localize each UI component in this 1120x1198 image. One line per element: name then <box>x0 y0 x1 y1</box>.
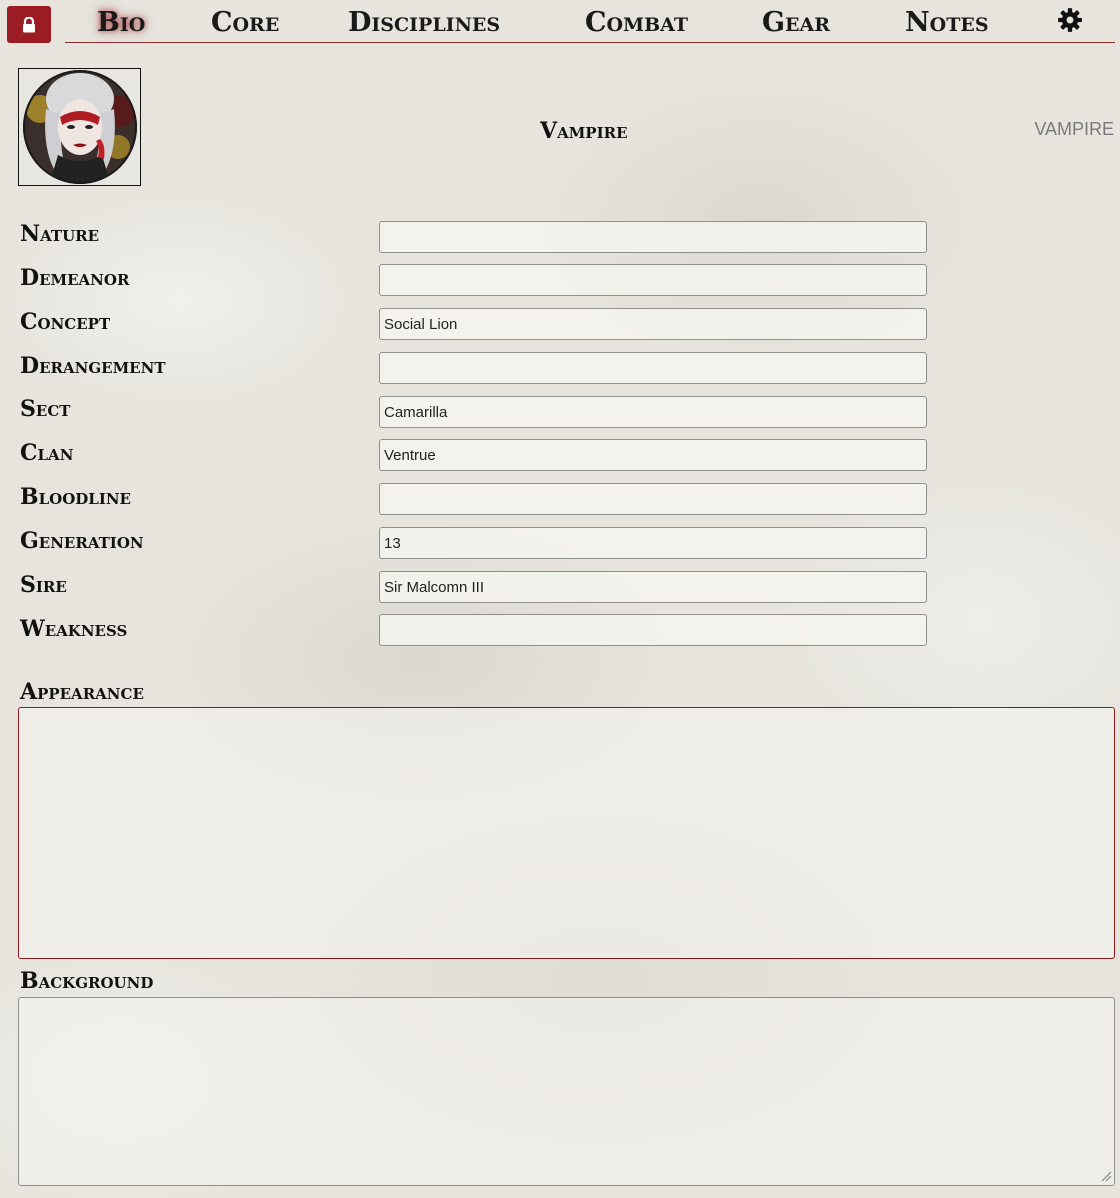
concept-input[interactable] <box>379 308 927 340</box>
field-label-clan: Clan <box>20 440 74 466</box>
demeanor-input[interactable] <box>379 264 927 296</box>
sire-input[interactable] <box>379 571 927 603</box>
gear-icon[interactable] <box>1057 7 1083 33</box>
field-label-demeanor: Demeanor <box>20 265 130 291</box>
sheet-type-label: VAMPIRE <box>1034 119 1114 139</box>
field-label-concept: Concept <box>20 309 111 335</box>
tab-bar: Bio Core Disciplines Combat Gear Notes <box>65 0 1115 43</box>
background-textarea[interactable] <box>18 997 1115 1186</box>
field-label-nature: Nature <box>20 221 100 247</box>
tab-notes[interactable]: Notes <box>905 8 989 38</box>
avatar-portrait <box>22 70 137 184</box>
tab-core[interactable]: Core <box>211 8 279 38</box>
weakness-input[interactable] <box>379 614 927 646</box>
appearance-textarea[interactable] <box>18 707 1115 959</box>
field-label-bloodline: Bloodline <box>20 484 131 510</box>
sheet-type-title: Vampire <box>540 118 628 144</box>
appearance-label: Appearance <box>20 679 144 705</box>
derangement-input[interactable] <box>379 352 927 384</box>
tab-combat[interactable]: Combat <box>585 8 688 38</box>
tab-bio[interactable]: Bio <box>97 8 145 38</box>
lock-button[interactable] <box>7 6 51 43</box>
nature-input[interactable] <box>379 221 927 253</box>
resize-grip-icon[interactable] <box>1100 1170 1112 1182</box>
field-label-derangement: Derangement <box>20 353 166 379</box>
bloodline-input[interactable] <box>379 483 927 515</box>
lock-icon <box>23 16 35 32</box>
background-label: Background <box>20 968 154 994</box>
clan-input[interactable] <box>379 439 927 471</box>
field-label-sect: Sect <box>20 396 71 422</box>
tab-disciplines[interactable]: Disciplines <box>348 8 500 38</box>
field-label-generation: Generation <box>20 528 144 554</box>
generation-input[interactable] <box>379 527 927 559</box>
sect-input[interactable] <box>379 396 927 428</box>
field-label-sire: Sire <box>20 572 67 598</box>
character-avatar[interactable] <box>18 68 141 186</box>
tab-gear[interactable]: Gear <box>762 8 830 38</box>
field-label-weakness: Weakness <box>20 616 128 642</box>
